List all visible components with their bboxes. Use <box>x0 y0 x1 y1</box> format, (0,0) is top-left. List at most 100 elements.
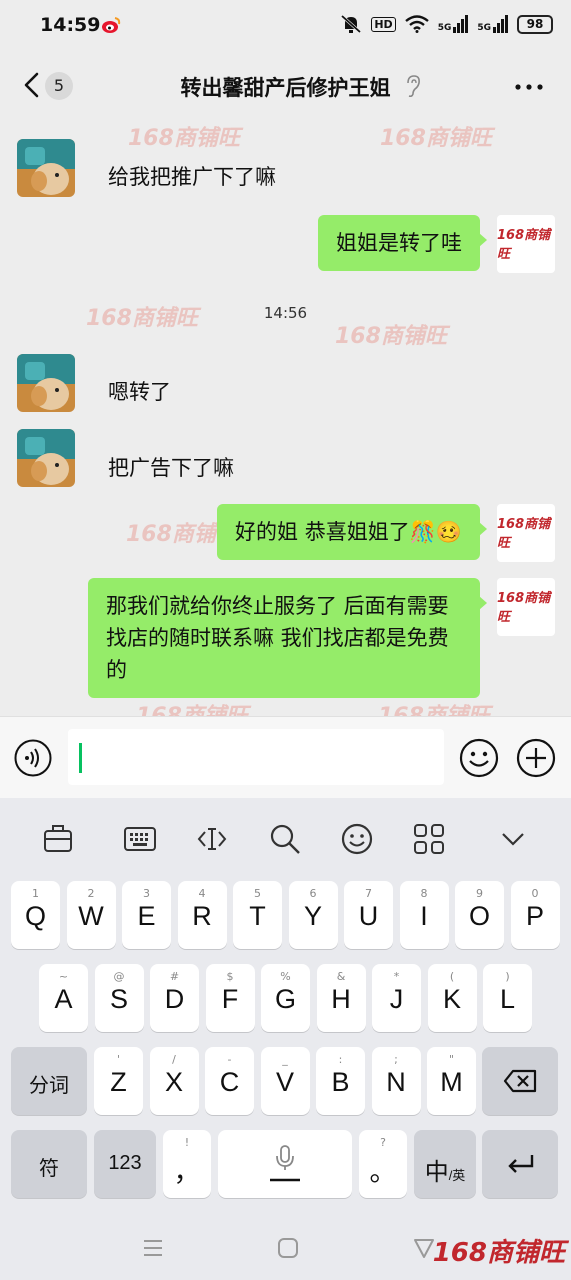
my-avatar[interactable]: 168商铺旺 <box>497 504 555 562</box>
key-label: S <box>109 984 128 1014</box>
key-hint: @ <box>113 970 125 983</box>
number-key[interactable]: 123 <box>94 1130 156 1198</box>
key-a[interactable]: ~ A <box>39 964 88 1032</box>
space-key[interactable] <box>218 1130 352 1198</box>
home-nav-icon[interactable] <box>276 1236 300 1260</box>
key-g[interactable]: % G <box>261 964 310 1032</box>
status-bar: 14:59 HD 5G 5G 98 <box>0 0 571 52</box>
enter-key[interactable] <box>482 1130 558 1198</box>
menu-nav-icon[interactable] <box>141 1236 165 1260</box>
key-o[interactable]: 9O <box>455 881 504 949</box>
key-m[interactable]: " M <box>427 1047 476 1115</box>
key-r[interactable]: 4R <box>177 881 227 949</box>
period-key[interactable]: ? 。 <box>359 1130 407 1198</box>
message-bubble-out[interactable]: 好的姐 恭喜姐姐了🎊🥴 <box>217 504 487 560</box>
comma-key-hint: ! <box>184 1136 190 1149</box>
my-avatar[interactable]: 168商铺旺 <box>497 578 555 636</box>
language-switch-key[interactable]: 中/英 <box>414 1130 476 1198</box>
key-j[interactable]: * J <box>372 964 421 1032</box>
key-n[interactable]: ; N <box>371 1047 421 1115</box>
message-text[interactable]: 把广告下了嘛 <box>90 442 252 492</box>
key-p[interactable]: 0P <box>510 881 560 949</box>
key-hint: : <box>338 1053 343 1066</box>
chat-area[interactable]: 168商铺旺 168商铺旺 168商铺旺 168商铺旺 168商铺旺 168商铺… <box>0 118 571 716</box>
signal-icon-1: 5G <box>438 15 469 33</box>
voice-input-button[interactable] <box>14 739 52 777</box>
signal-label-1: 5G <box>437 23 452 33</box>
comma-key-label: ， <box>173 1157 201 1187</box>
more-functions-button[interactable] <box>516 738 556 778</box>
key-t[interactable]: 5T <box>233 881 282 949</box>
key-i[interactable]: 8I <box>399 881 449 949</box>
key-b[interactable]: :B <box>316 1047 365 1115</box>
language-switch-label: 中/英 <box>414 1152 476 1187</box>
my-avatar[interactable]: 168商铺旺 <box>497 215 555 273</box>
key-hint: 6 <box>309 887 317 900</box>
period-key-hint: ? <box>380 1136 386 1149</box>
wifi-icon <box>404 15 429 33</box>
cursor-edit-icon[interactable] <box>195 822 229 856</box>
key-hint: ' <box>116 1053 121 1066</box>
key-hint: ; <box>394 1053 398 1066</box>
search-icon[interactable] <box>268 822 302 856</box>
key-hint: _ <box>282 1053 288 1066</box>
key-label: X <box>164 1067 183 1097</box>
key-s[interactable]: @ S <box>94 964 144 1032</box>
status-time: 14:59 <box>40 14 101 36</box>
more-icon[interactable] <box>515 84 543 90</box>
apps-grid-icon[interactable] <box>412 822 446 856</box>
key-label: B <box>331 1067 350 1097</box>
key-hint: 1 <box>32 887 39 900</box>
key-hint: 9 <box>476 887 483 900</box>
key-h[interactable]: & H <box>316 964 366 1032</box>
comma-key[interactable]: ! ， <box>163 1130 211 1198</box>
key-e[interactable]: 3E <box>122 881 171 949</box>
key-q[interactable]: 1Q <box>11 881 60 949</box>
key-l[interactable]: ) L <box>483 964 532 1032</box>
emoji-panel-icon[interactable] <box>340 822 374 856</box>
symbol-key[interactable]: 符 <box>11 1130 87 1198</box>
message-text[interactable]: 嗯转了 <box>90 366 189 416</box>
collapse-keyboard-icon[interactable] <box>496 822 530 856</box>
key-label: Z <box>110 1067 127 1097</box>
message-text[interactable]: 给我把推广下了嘛 <box>90 151 294 201</box>
key-hint: - <box>227 1053 232 1066</box>
key-label: N <box>386 1067 406 1097</box>
message-bubble-out[interactable]: 那我们就给你终止服务了 后面有需要找店的随时联系嘛 我们找店都是免费的 <box>88 578 487 698</box>
microphone-icon <box>270 1145 300 1182</box>
segment-key[interactable]: 分词 <box>11 1047 87 1115</box>
watermark: 168商铺旺 <box>128 126 240 151</box>
contact-avatar[interactable] <box>17 139 75 197</box>
key-k[interactable]: (K <box>427 964 477 1032</box>
contact-avatar[interactable] <box>17 429 75 487</box>
contact-avatar[interactable] <box>17 354 75 412</box>
key-label: Y <box>303 901 322 931</box>
backspace-key[interactable] <box>482 1047 558 1115</box>
key-hint: 8 <box>420 887 428 900</box>
key-hint: / <box>172 1053 176 1066</box>
key-d[interactable]: # D <box>150 964 199 1032</box>
system-nav-bar: 168商铺旺 <box>0 1218 571 1280</box>
message-bubble-out[interactable]: 姐姐是转了哇 <box>318 215 487 271</box>
key-u[interactable]: 7U <box>344 881 393 949</box>
key-x[interactable]: / X <box>149 1047 199 1115</box>
key-hint: 4 <box>198 887 206 900</box>
key-label: Q <box>24 901 46 931</box>
emoji-button[interactable] <box>459 738 499 778</box>
key-hint: " <box>448 1053 455 1066</box>
key-w[interactable]: 2W <box>66 881 116 949</box>
watermark: 168商铺旺 <box>380 126 492 151</box>
key-label: E <box>137 901 156 931</box>
key-c[interactable]: -C <box>205 1047 254 1115</box>
period-key-label: 。 <box>369 1157 397 1187</box>
key-f[interactable]: $ F <box>205 964 255 1032</box>
key-label: L <box>499 984 516 1014</box>
key-y[interactable]: 6Y <box>288 881 338 949</box>
keyboard-switch-icon[interactable] <box>123 822 157 856</box>
toolbox-icon[interactable] <box>41 822 75 856</box>
key-z[interactable]: ' Z <box>94 1047 143 1115</box>
message-input[interactable] <box>68 729 444 785</box>
key-v[interactable]: _ V <box>260 1047 310 1115</box>
key-label: V <box>275 1067 294 1097</box>
battery-icon: 98 <box>517 14 553 34</box>
